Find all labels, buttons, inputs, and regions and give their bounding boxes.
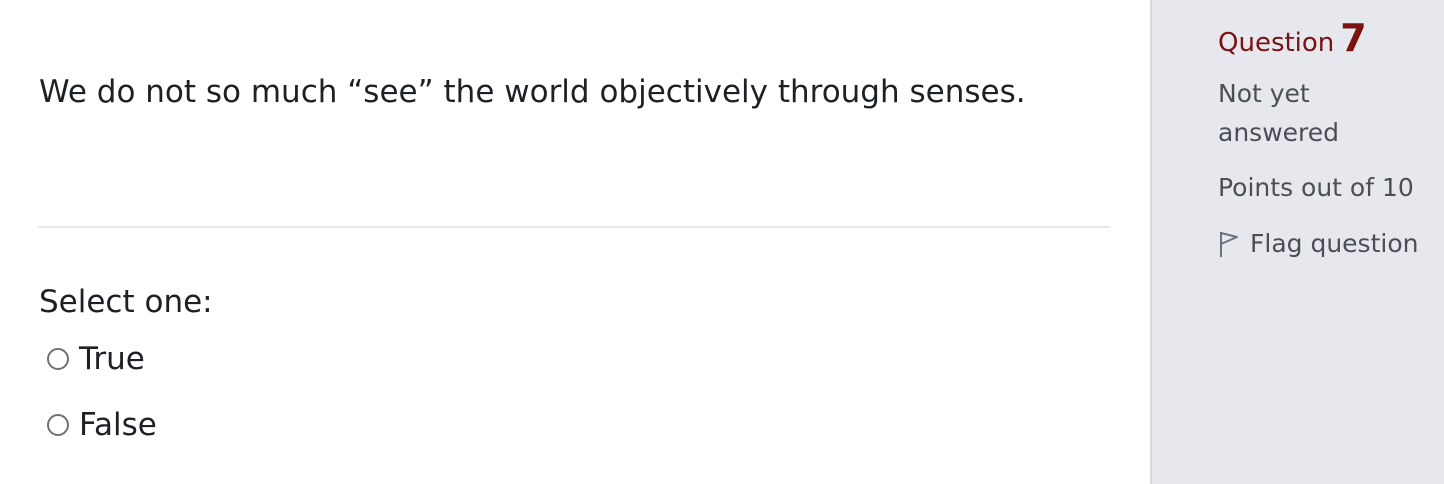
answer-option-true[interactable]: True	[47, 337, 145, 381]
question-heading: Question 7	[1218, 16, 1367, 60]
question-number: 7	[1340, 16, 1367, 60]
question-content: We do not so much “see” the world object…	[0, 0, 1150, 484]
question-text: We do not so much “see” the world object…	[39, 74, 1026, 110]
question-info-panel: Question 7 Not yet answered Points out of…	[1150, 0, 1444, 484]
question-grade: Points out of 10	[1218, 173, 1414, 202]
answer-label-true: True	[79, 341, 145, 377]
flag-question-button[interactable]: Flag question	[1218, 224, 1418, 263]
quiz-page: We do not so much “see” the world object…	[0, 0, 1444, 484]
question-label: Question	[1218, 28, 1335, 58]
select-one-prompt: Select one:	[39, 284, 213, 320]
answer-label-false: False	[79, 407, 157, 443]
radio-button-true[interactable]	[47, 348, 69, 370]
question-state: Not yet answered	[1218, 79, 1339, 147]
answer-option-false[interactable]: False	[47, 403, 157, 447]
flag-question-label: Flag question	[1250, 229, 1419, 258]
radio-button-false[interactable]	[47, 414, 69, 436]
divider	[38, 226, 1110, 228]
flag-icon	[1218, 229, 1240, 259]
